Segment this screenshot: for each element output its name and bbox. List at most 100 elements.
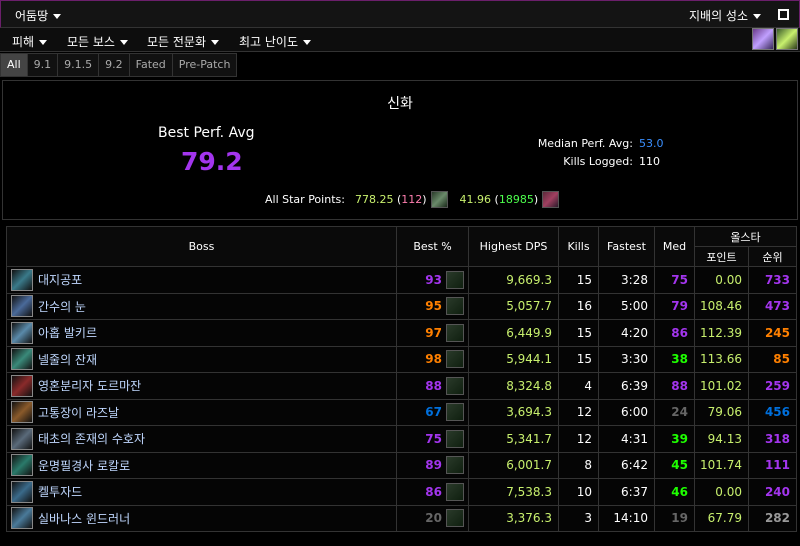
top-bar: 어둠땅 지배의 성소 [0,0,800,28]
boss-name[interactable]: 간수의 눈 [38,298,86,315]
allstar-points: 0.00 [694,478,749,506]
allstar-points: 0.00 [694,266,749,294]
boss-cell: 태초의 존재의 수호자 [6,425,397,453]
kills-count: 12 [558,398,599,426]
highest-dps: 6,001.7 [468,451,559,479]
header-fastest[interactable]: Fastest [598,226,655,267]
boss-name[interactable]: 넬줄의 잔재 [38,351,97,368]
header-boss[interactable]: Boss [6,226,397,267]
boss-dropdown[interactable]: 모든 보스 [67,33,128,50]
table-row[interactable]: 켈투자드 86 7,538.3 10 6:37 46 0.00 240 [6,478,797,506]
table-row[interactable]: 고통장이 라즈날 67 3,694.3 12 6:00 24 79.06 456 [6,398,797,426]
header-points[interactable]: 포인트 [694,246,749,267]
header-dps[interactable]: Highest DPS [468,226,559,267]
boss-name[interactable]: 운명필경사 로칼로 [38,457,130,474]
highest-dps: 6,449.9 [468,319,559,347]
boss-name[interactable]: 태초의 존재의 수호자 [38,430,145,447]
boss-table: Boss Best % Highest DPS Kills Fastest Me… [6,226,797,532]
boss-cell: 실바나스 윈드러너 [6,504,397,532]
header-kills[interactable]: Kills [558,226,599,267]
header-med[interactable]: Med [654,226,695,267]
spec-icon [446,429,464,448]
table-row[interactable]: 대지공포 93 9,669.3 15 3:28 75 0.00 733 [6,266,797,294]
spec-icon-group[interactable] [752,28,774,50]
allstar-points: 67.79 [694,504,749,532]
fastest-time: 14:10 [598,504,655,532]
boss-name[interactable]: 실바나스 윈드러너 [38,510,130,527]
raid-dropdown[interactable]: 지배의 성소 [689,7,761,24]
spec-filter-label: 모든 전문화 [147,35,207,49]
kills-count: 3 [558,504,599,532]
best-cell: 98 [396,345,469,373]
kills-count: 15 [558,319,599,347]
boss-name[interactable]: 대지공포 [38,271,82,288]
boss-cell: 영혼분리자 도르마잔 [6,372,397,400]
key-icon[interactable] [776,28,798,50]
best-cell: 95 [396,292,469,320]
median-percent: 19 [654,504,695,532]
boss-name[interactable]: 켈투자드 [38,483,82,500]
best-percent: 88 [425,378,442,393]
table-row[interactable]: 넬줄의 잔재 98 5,944.1 15 3:30 38 113.66 85 [6,345,797,373]
allstar-rank: 456 [748,398,797,426]
allstar-points: 101.02 [694,372,749,400]
boss-cell: 고통장이 라즈날 [6,398,397,426]
fastest-time: 6:39 [598,372,655,400]
table-row[interactable]: 간수의 눈 95 5,057.7 16 5:00 79 108.46 473 [6,292,797,320]
expansion-dropdown[interactable]: 어둠땅 [15,7,62,24]
boss-portrait-icon [11,321,33,344]
spec-icon [446,376,464,395]
boss-portrait-icon [11,427,33,450]
header-best[interactable]: Best % [396,226,469,267]
allstar-rank: 85 [748,345,797,373]
star-points-1-group: 778.25 (112) [354,193,427,206]
boss-name[interactable]: 영혼분리자 도르마잔 [38,377,141,394]
maximize-icon[interactable] [778,9,789,20]
header-rank[interactable]: 순위 [748,246,797,267]
table-row[interactable]: 실바나스 윈드러너 20 3,376.3 3 14:10 19 67.79 282 [6,504,797,532]
best-percent: 93 [425,272,442,287]
fastest-time: 5:00 [598,292,655,320]
kills-count: 12 [558,425,599,453]
tab-all[interactable]: All [0,53,28,77]
table-row[interactable]: 태초의 존재의 수호자 75 5,341.7 12 4:31 39 94.13 318 [6,425,797,453]
tab-9-1-5[interactable]: 9.1.5 [58,53,100,77]
tab-9-2[interactable]: 9.2 [99,53,130,77]
difficulty-dropdown[interactable]: 최고 난이도 [239,33,312,50]
table-row[interactable]: 아홉 발키르 97 6,449.9 15 4:20 86 112.39 245 [6,319,797,347]
best-cell: 97 [396,319,469,347]
boss-name[interactable]: 아홉 발키르 [38,324,97,341]
best-cell: 88 [396,372,469,400]
highest-dps: 3,694.3 [468,398,559,426]
kills-count: 10 [558,478,599,506]
boss-portrait-icon [11,401,33,424]
allstar-points: 112.39 [694,319,749,347]
kills-count: 15 [558,266,599,294]
allstar-points: 113.66 [694,345,749,373]
tab-fated[interactable]: Fated [129,53,173,77]
star-points-1: 778.25 [354,193,394,206]
allstar-points: 94.13 [694,425,749,453]
highest-dps: 9,669.3 [468,266,559,294]
fastest-time: 6:37 [598,478,655,506]
chevron-down-icon [211,40,220,45]
kills-count: 15 [558,345,599,373]
boss-name[interactable]: 고통장이 라즈날 [38,404,119,421]
expansion-label: 어둠땅 [15,9,49,23]
kills-count: 8 [558,451,599,479]
filter-bar: 피해 모든 보스 모든 전문화 최고 난이도 [0,28,800,52]
difficulty-filter-label: 최고 난이도 [239,35,299,49]
best-cell: 93 [396,266,469,294]
spec-icon [446,509,464,528]
table-row[interactable]: 운명필경사 로칼로 89 6,001.7 8 6:42 45 101.74 111 [6,451,797,479]
tab-pre-patch[interactable]: Pre-Patch [172,53,238,77]
table-row[interactable]: 영혼분리자 도르마잔 88 8,324.8 4 6:39 88 101.02 259 [6,372,797,400]
spec-dropdown[interactable]: 모든 전문화 [147,33,220,50]
best-perf-label: Best Perf. Avg [158,125,255,141]
median-perf-label: Median Perf. Avg: [537,137,633,150]
tab-9-1[interactable]: 9.1 [27,53,59,77]
best-cell: 67 [396,398,469,426]
kills-count: 4 [558,372,599,400]
difficulty-title: 신화 [387,96,413,112]
metric-dropdown[interactable]: 피해 [12,33,48,50]
